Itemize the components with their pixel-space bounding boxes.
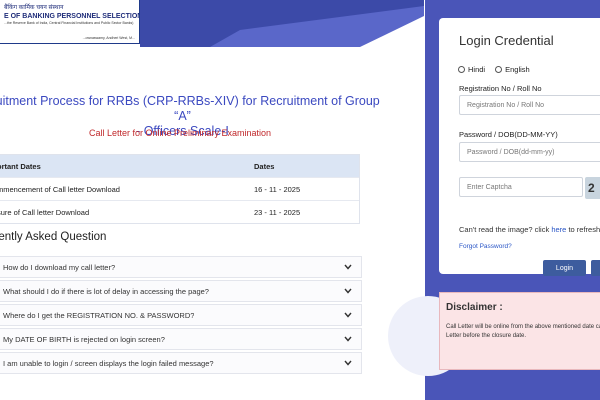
chevron-down-icon[interactable] bbox=[343, 310, 353, 320]
faq-item[interactable]: My DATE OF BIRTH is rejected on login sc… bbox=[0, 328, 362, 350]
event-name: mmencement of Call letter Download bbox=[0, 184, 120, 194]
language-selector: Hindi English bbox=[458, 65, 540, 74]
language-hindi-option[interactable]: Hindi bbox=[458, 65, 485, 74]
header-banner-shape bbox=[140, 0, 424, 47]
faq-question: Where do I get the REGISTRATION NO. & PA… bbox=[3, 310, 195, 320]
secondary-button[interactable] bbox=[591, 260, 600, 276]
login-title: Login Credential bbox=[459, 33, 554, 48]
forgot-password-link[interactable]: Forgot Password? bbox=[459, 243, 512, 250]
faq-question: I am unable to login / screen displays t… bbox=[3, 358, 214, 368]
captcha-refresh-link[interactable]: here bbox=[551, 225, 566, 234]
language-english-option[interactable]: English bbox=[495, 65, 530, 74]
table-row: mmencement of Call letter Download 16 - … bbox=[0, 177, 359, 200]
logo-english-text: E OF BANKING PERSONNEL SELECTION bbox=[4, 13, 140, 20]
faq-title: uently Asked Question bbox=[0, 231, 107, 243]
faq-list: How do I download my call letter? What s… bbox=[0, 256, 362, 376]
radio-english[interactable] bbox=[495, 66, 503, 73]
call-letter-title: Call Letter for Online Preliminary Exami… bbox=[88, 128, 272, 138]
table-row: sure of Call letter Download 23 - 11 - 2… bbox=[0, 200, 359, 223]
login-card: Login Credential Hindi English Registrat… bbox=[439, 18, 600, 276]
disclaimer-title: Disclaimer : bbox=[446, 302, 503, 313]
chevron-down-icon[interactable] bbox=[343, 286, 353, 296]
to-refresh-text: to refresh bbox=[568, 225, 600, 234]
important-dates-table: ortant Dates Dates mmencement of Call le… bbox=[0, 154, 360, 224]
event-date: 23 - 11 - 2025 bbox=[254, 207, 301, 217]
header-important-dates: ortant Dates bbox=[0, 161, 41, 171]
registration-input[interactable]: Registration No / Roll No bbox=[459, 95, 600, 115]
login-button[interactable]: Login bbox=[543, 260, 586, 276]
logo-hindi-text: बैंकिंग कार्मिक चयन संस्थान bbox=[4, 5, 64, 11]
faq-question: What should I do if there is lot of dela… bbox=[3, 286, 209, 296]
faq-item[interactable]: What should I do if there is lot of dela… bbox=[0, 280, 362, 302]
captcha-input[interactable]: Enter Captcha bbox=[459, 177, 583, 197]
faq-question: My DATE OF BIRTH is rejected on login sc… bbox=[3, 334, 165, 344]
password-label: Password / DOB(DD-MM-YY) bbox=[459, 130, 558, 139]
header-dates: Dates bbox=[254, 161, 275, 171]
registration-label: Registration No / Roll No bbox=[459, 84, 542, 93]
page-title-line1: cruitment Process for RRBs (CRP-RRBs-XIV… bbox=[0, 94, 380, 123]
radio-hindi[interactable] bbox=[458, 66, 465, 73]
table-header: ortant Dates Dates bbox=[0, 155, 359, 177]
password-input[interactable]: Password / DOB(dd-mm-yy) bbox=[459, 142, 600, 162]
disclaimer-text: Call Letter will be online from the abov… bbox=[446, 324, 600, 339]
captcha-image: 2 bbox=[585, 177, 600, 199]
logo-address: ...ownaswamy, Andheri West, M... bbox=[82, 36, 135, 40]
chevron-down-icon[interactable] bbox=[343, 358, 353, 368]
chevron-down-icon[interactable] bbox=[343, 262, 353, 272]
language-hindi-label: Hindi bbox=[468, 65, 486, 74]
captcha-refresh-text: Can't read the image? click here to refr… bbox=[459, 225, 600, 234]
faq-item[interactable]: How do I download my call letter? bbox=[0, 256, 362, 278]
disclaimer-box: Disclaimer : Call Letter will be online … bbox=[439, 292, 600, 370]
faq-item[interactable]: Where do I get the REGISTRATION NO. & PA… bbox=[0, 304, 362, 326]
language-english-label: English bbox=[505, 65, 530, 74]
logo-tagline: ...the Reserve Bank of India, Central Fi… bbox=[4, 21, 134, 25]
ibps-logo: बैंकिंग कार्मिक चयन संस्थान E OF BANKING… bbox=[0, 0, 140, 44]
faq-item[interactable]: I am unable to login / screen displays t… bbox=[0, 352, 362, 374]
faq-question: How do I download my call letter? bbox=[3, 262, 116, 272]
event-name: sure of Call letter Download bbox=[0, 207, 90, 217]
cant-read-text: Can't read the image? click bbox=[459, 225, 550, 234]
chevron-down-icon[interactable] bbox=[343, 334, 353, 344]
event-date: 16 - 11 - 2025 bbox=[254, 184, 301, 194]
